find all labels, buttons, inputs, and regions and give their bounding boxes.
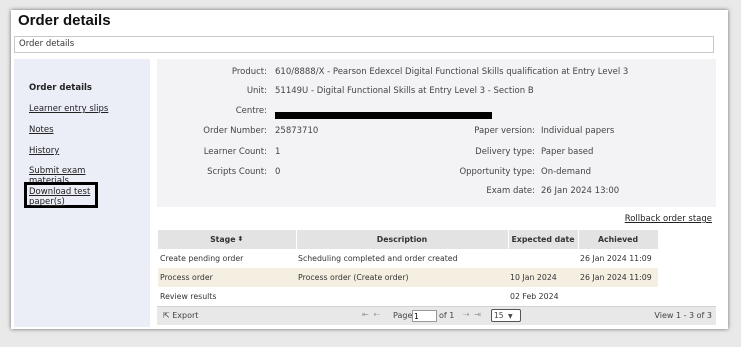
breadcrumb-label: Order details: [19, 39, 75, 49]
page-label: Page: [393, 311, 413, 320]
learner-count-label: Learner Count:: [203, 147, 267, 157]
prev-page-icon[interactable]: ⇠: [373, 310, 381, 319]
column-header-stage-label: Stage: [210, 235, 236, 244]
sidebar-item-download-test-papers[interactable]: Download test paper(s): [29, 187, 90, 207]
sidebar-item-history[interactable]: History: [29, 146, 59, 156]
table-cell-expected-date: 10 Jan 2024: [508, 268, 578, 287]
table-row[interactable]: Review results 02 Feb 2024: [158, 287, 658, 306]
table-cell-achieved: [578, 287, 658, 306]
table-cell-description: Scheduling completed and order created: [298, 254, 458, 263]
centre-redacted-value: [275, 112, 492, 119]
page-size-value: 15: [494, 311, 504, 320]
unit-label: Unit:: [246, 86, 267, 96]
sort-icon[interactable]: ⬍: [238, 235, 244, 243]
export-icon: ⇱: [163, 311, 170, 320]
order-details-window: Order details Order details Order detail…: [11, 10, 728, 329]
learner-count-value: 1: [275, 147, 281, 157]
table-cell-achieved: 26 Jan 2024 11:09: [578, 268, 658, 287]
column-header-description[interactable]: Description: [296, 230, 509, 249]
order-info-panel: Product: 610/8888/X - Pearson Edexcel Di…: [157, 59, 716, 207]
table-row[interactable]: Create pending order Scheduling complete…: [158, 249, 658, 268]
order-stages-table: Stage ⬍ Description Expected date Achieve…: [158, 230, 659, 306]
order-number-label: Order Number:: [203, 126, 267, 136]
table-cell-stage: Create pending order: [160, 254, 244, 263]
page-title: Order details: [18, 12, 111, 29]
column-header-expected-date[interactable]: Expected date: [508, 230, 579, 249]
sidebar-item-order-details[interactable]: Order details: [29, 83, 92, 93]
unit-value: 51149U - Digital Functional Skills at En…: [275, 86, 534, 96]
chevron-down-icon: ▼: [507, 313, 513, 320]
page-number-input[interactable]: [412, 310, 437, 322]
scripts-count-value: 0: [275, 167, 281, 177]
table-cell-stage: Process order: [158, 268, 296, 287]
sidebar-item-download-line2: paper(s): [29, 197, 65, 207]
table-pager: ⇱ Export ⇤ ⇠ Page of 1 ⇢ ⇥ 15 ▼ View 1 -…: [157, 306, 716, 325]
sidebar-item-learner-entry-slips[interactable]: Learner entry slips: [29, 104, 108, 114]
breadcrumb: Order details: [14, 36, 714, 53]
table-cell-expected-date: 02 Feb 2024: [510, 292, 559, 301]
page-size-select[interactable]: 15 ▼: [491, 309, 521, 322]
sidebar-item-download-line1: Download test: [29, 187, 91, 197]
pager-first-prev: ⇤ ⇠: [362, 310, 381, 319]
opportunity-type-value: On-demand: [541, 167, 592, 177]
column-header-stage[interactable]: Stage ⬍: [158, 230, 297, 249]
paper-version-value: Individual papers: [541, 126, 615, 136]
table-header-row: Stage ⬍ Description Expected date Achieve…: [158, 230, 659, 249]
exam-date-value: 26 Jan 2024 13:00: [541, 186, 620, 196]
table-cell-stage: Review results: [160, 292, 217, 301]
product-value: 610/8888/X - Pearson Edexcel Digital Fun…: [275, 67, 629, 77]
order-number-value: 25873710: [275, 126, 319, 136]
exam-date-label: Exam date:: [486, 186, 535, 196]
export-label: Export: [172, 311, 199, 320]
product-label: Product:: [231, 67, 267, 77]
table-cell-expected-date: [508, 249, 578, 268]
scripts-count-label: Scripts Count:: [207, 167, 267, 177]
last-page-icon[interactable]: ⇥: [474, 310, 482, 319]
column-header-achieved[interactable]: Achieved: [578, 230, 659, 249]
opportunity-type-label: Opportunity type:: [459, 167, 535, 177]
table-row[interactable]: Process order Process order (Create orde…: [158, 268, 658, 287]
pager-next-last: ⇢ ⇥: [463, 310, 482, 319]
delivery-type-value: Paper based: [541, 147, 594, 157]
rollback-order-stage-link[interactable]: Rollback order stage: [625, 214, 712, 224]
sidebar-item-submit-line1: Submit exam: [29, 166, 86, 176]
main-content: Product: 610/8888/X - Pearson Edexcel Di…: [157, 59, 716, 327]
page-count-label: of 1: [439, 311, 455, 320]
centre-label: Centre:: [235, 106, 267, 116]
export-button[interactable]: ⇱ Export: [163, 311, 198, 320]
delivery-type-label: Delivery type:: [475, 147, 535, 157]
table-cell-achieved: 26 Jan 2024 11:09: [580, 254, 652, 263]
paper-version-label: Paper version:: [474, 126, 535, 136]
view-range-label: View 1 - 3 of 3: [654, 311, 712, 320]
sidebar: Order details Learner entry slips Notes …: [14, 59, 150, 327]
first-page-icon[interactable]: ⇤: [362, 310, 370, 319]
table-cell-description: Process order (Create order): [296, 268, 508, 287]
next-page-icon[interactable]: ⇢: [463, 310, 471, 319]
table-cell-description: [296, 287, 508, 306]
sidebar-item-notes[interactable]: Notes: [29, 125, 54, 135]
